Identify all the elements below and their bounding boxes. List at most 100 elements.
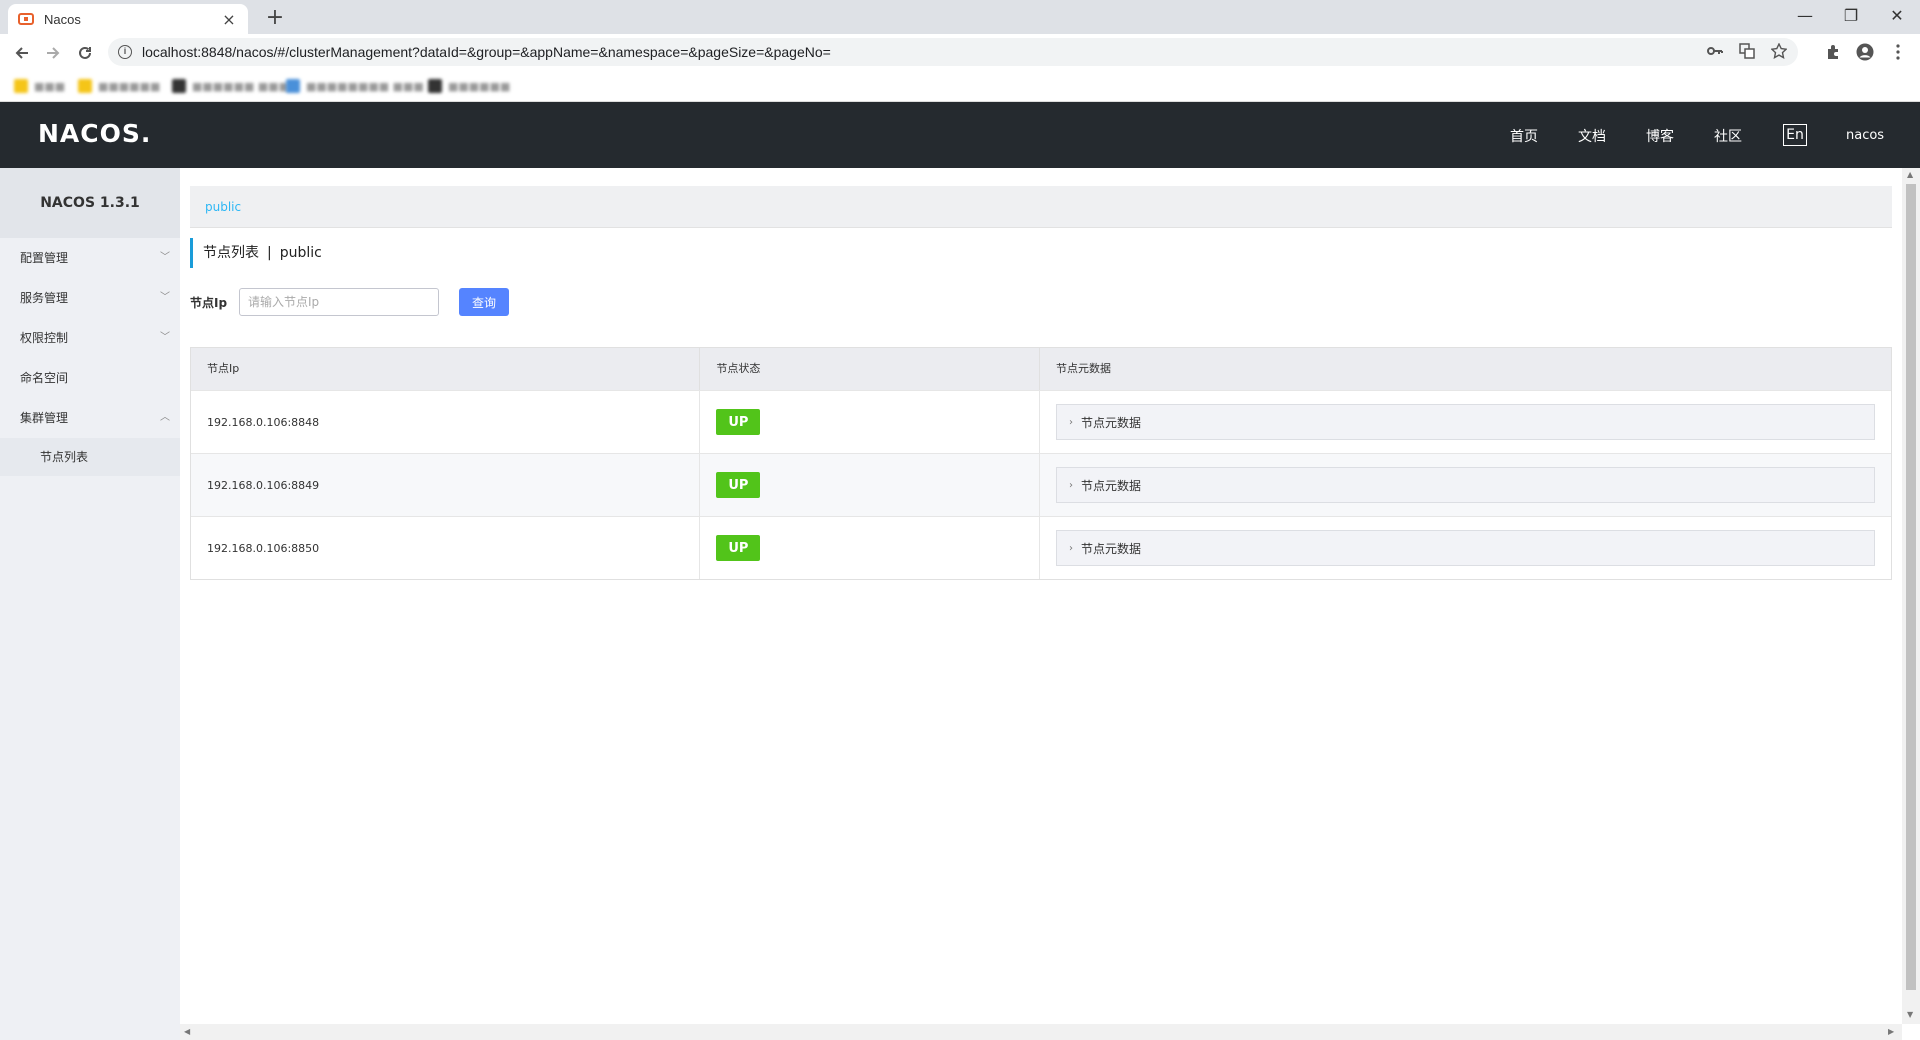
page-title-separator: | xyxy=(267,245,272,261)
main-content: public 节点列表 | public 节点Ip 查询 节点Ip 节点状态 节点元… xyxy=(180,168,1902,1024)
sidebar-item-config[interactable]: 配置管理 ﹀ xyxy=(0,238,180,278)
folder-icon xyxy=(14,79,28,93)
app-header: NACOS. 首页 文档 博客 社区 En nacos xyxy=(0,102,1920,168)
chevron-down-icon: ﹀ xyxy=(160,252,170,263)
url-text: localhost:8848/nacos/#/clusterManagement… xyxy=(142,44,831,60)
bookmark-item[interactable]: ■■■■■■ xyxy=(428,77,510,95)
table-row: 192.168.0.106:8850 UP › 节点元数据 xyxy=(191,517,1891,579)
nacos-favicon-icon xyxy=(18,11,34,27)
column-header-ip: 节点Ip xyxy=(191,348,701,390)
translate-icon[interactable] xyxy=(1738,42,1756,60)
status-badge: UP xyxy=(716,472,761,498)
node-ip-cell: 192.168.0.106:8849 xyxy=(191,454,701,516)
browser-tab-bar: Nacos × + — ❐ ✕ xyxy=(0,0,1920,34)
folder-icon xyxy=(78,79,92,93)
chevron-down-icon: ﹀ xyxy=(160,292,170,303)
metadata-expander[interactable]: › 节点元数据 xyxy=(1056,404,1875,440)
page-title-namespace: public xyxy=(279,245,322,261)
metadata-label: 节点元数据 xyxy=(1081,478,1142,493)
metadata-label: 节点元数据 xyxy=(1081,415,1142,430)
vertical-scroll-thumb[interactable] xyxy=(1906,184,1916,990)
bookmark-label: ■■■ xyxy=(34,79,66,93)
column-header-metadata: 节点元数据 xyxy=(1040,348,1891,390)
forward-icon[interactable] xyxy=(41,41,65,65)
node-ip-cell: 192.168.0.106:8848 xyxy=(191,391,701,453)
browser-tab[interactable]: Nacos × xyxy=(8,4,248,34)
profile-icon[interactable] xyxy=(1855,42,1875,62)
node-metadata-cell: › 节点元数据 xyxy=(1040,454,1891,516)
bookmark-star-icon[interactable] xyxy=(1770,42,1788,60)
table-row: 192.168.0.106:8848 UP › 节点元数据 xyxy=(191,391,1891,454)
search-label: 节点Ip xyxy=(190,296,228,310)
node-ip-search-input[interactable] xyxy=(239,288,439,316)
bookmark-item[interactable]: ■■■■■■ xyxy=(78,77,160,95)
browser-menu-icon[interactable] xyxy=(1888,42,1908,62)
sidebar-item-label: 权限控制 xyxy=(20,331,69,345)
node-status-cell: UP xyxy=(700,454,1040,516)
scroll-right-icon[interactable]: ▶ xyxy=(1888,1027,1894,1036)
window-close-icon[interactable]: ✕ xyxy=(1874,0,1920,30)
sidebar-item-auth[interactable]: 权限控制 ﹀ xyxy=(0,318,180,358)
table-header-row: 节点Ip 节点状态 节点元数据 xyxy=(191,348,1891,391)
bookmark-label: ■■■■■■ ■■■ xyxy=(192,79,290,93)
site-icon xyxy=(286,79,300,93)
url-bar[interactable]: i localhost:8848/nacos/#/clusterManageme… xyxy=(108,38,1798,66)
node-metadata-cell: › 节点元数据 xyxy=(1040,517,1891,579)
node-metadata-cell: › 节点元数据 xyxy=(1040,391,1891,453)
sidebar-item-label: 配置管理 xyxy=(20,251,69,265)
metadata-label: 节点元数据 xyxy=(1081,541,1142,556)
table-row: 192.168.0.106:8849 UP › 节点元数据 xyxy=(191,454,1891,517)
metadata-expander[interactable]: › 节点元数据 xyxy=(1056,530,1875,566)
nav-blog[interactable]: 博客 xyxy=(1646,126,1674,146)
node-ip-cell: 192.168.0.106:8850 xyxy=(191,517,701,579)
address-bar: i localhost:8848/nacos/#/clusterManageme… xyxy=(0,34,1920,70)
bookmark-item[interactable]: ■■■ xyxy=(14,77,65,95)
nacos-logo[interactable]: NACOS. xyxy=(38,119,151,148)
nav-docs[interactable]: 文档 xyxy=(1578,126,1606,146)
sidebar: NACOS 1.3.1 配置管理 ﹀ 服务管理 ﹀ 权限控制 ﹀ 命名空间 集群… xyxy=(0,168,180,1040)
site-icon xyxy=(428,79,442,93)
bookmark-label: ■■■■■■■■ ■■■ xyxy=(306,79,424,93)
bookmark-item[interactable]: ■■■■■■ ■■■ xyxy=(172,77,289,95)
bookmark-item[interactable]: ■■■■■■■■ ■■■ xyxy=(286,77,424,95)
sidebar-version: NACOS 1.3.1 xyxy=(0,168,180,238)
minimize-icon[interactable]: — xyxy=(1782,0,1828,30)
scroll-down-icon[interactable]: ▼ xyxy=(1907,1010,1913,1019)
search-button[interactable]: 查询 xyxy=(459,288,509,316)
tab-close-icon[interactable]: × xyxy=(220,10,238,29)
tab-title: Nacos xyxy=(44,11,81,27)
nav-community[interactable]: 社区 xyxy=(1714,126,1742,146)
bookmark-label: ■■■■■■ xyxy=(448,79,511,93)
new-tab-button[interactable]: + xyxy=(262,6,288,32)
chevron-right-icon: › xyxy=(1069,542,1073,554)
sidebar-subitem-node-list[interactable]: 节点列表 xyxy=(0,438,180,476)
chevron-right-icon: › xyxy=(1069,416,1073,428)
key-icon[interactable] xyxy=(1706,42,1724,60)
restore-icon[interactable]: ❐ xyxy=(1828,0,1874,30)
horizontal-scrollbar[interactable]: ◀ ▶ xyxy=(180,1024,1902,1040)
extensions-icon[interactable] xyxy=(1823,42,1843,62)
metadata-expander[interactable]: › 节点元数据 xyxy=(1056,467,1875,503)
page-title-text: 节点列表 xyxy=(203,245,259,261)
node-status-cell: UP xyxy=(700,391,1040,453)
language-toggle-button[interactable]: En xyxy=(1783,124,1807,146)
scroll-left-icon[interactable]: ◀ xyxy=(184,1027,190,1036)
back-icon[interactable] xyxy=(10,41,34,65)
vertical-scrollbar[interactable]: ▲ ▼ xyxy=(1902,168,1920,1024)
chevron-right-icon: › xyxy=(1069,479,1073,491)
sidebar-item-cluster[interactable]: 集群管理 ︿ xyxy=(0,398,180,438)
bookmark-label: ■■■■■■ xyxy=(98,79,161,93)
user-menu[interactable]: nacos xyxy=(1846,128,1884,143)
nav-home[interactable]: 首页 xyxy=(1510,126,1538,146)
status-badge: UP xyxy=(716,409,761,435)
node-table: 节点Ip 节点状态 节点元数据 192.168.0.106:8848 UP › 节… xyxy=(190,347,1892,580)
scroll-up-icon[interactable]: ▲ xyxy=(1907,170,1913,179)
namespace-link-public[interactable]: public xyxy=(205,200,241,214)
bookmarks-bar: ■■■ ■■■■■■ ■■■■■■ ■■■ ■■■■■■■■ ■■■ ■■■■■… xyxy=(0,70,1920,102)
site-info-icon[interactable]: i xyxy=(118,45,132,59)
chevron-up-icon: ︿ xyxy=(160,412,170,423)
sidebar-item-namespace[interactable]: 命名空间 xyxy=(0,358,180,398)
sidebar-item-label: 服务管理 xyxy=(20,291,69,305)
reload-icon[interactable] xyxy=(73,41,97,65)
sidebar-item-service[interactable]: 服务管理 ﹀ xyxy=(0,278,180,318)
